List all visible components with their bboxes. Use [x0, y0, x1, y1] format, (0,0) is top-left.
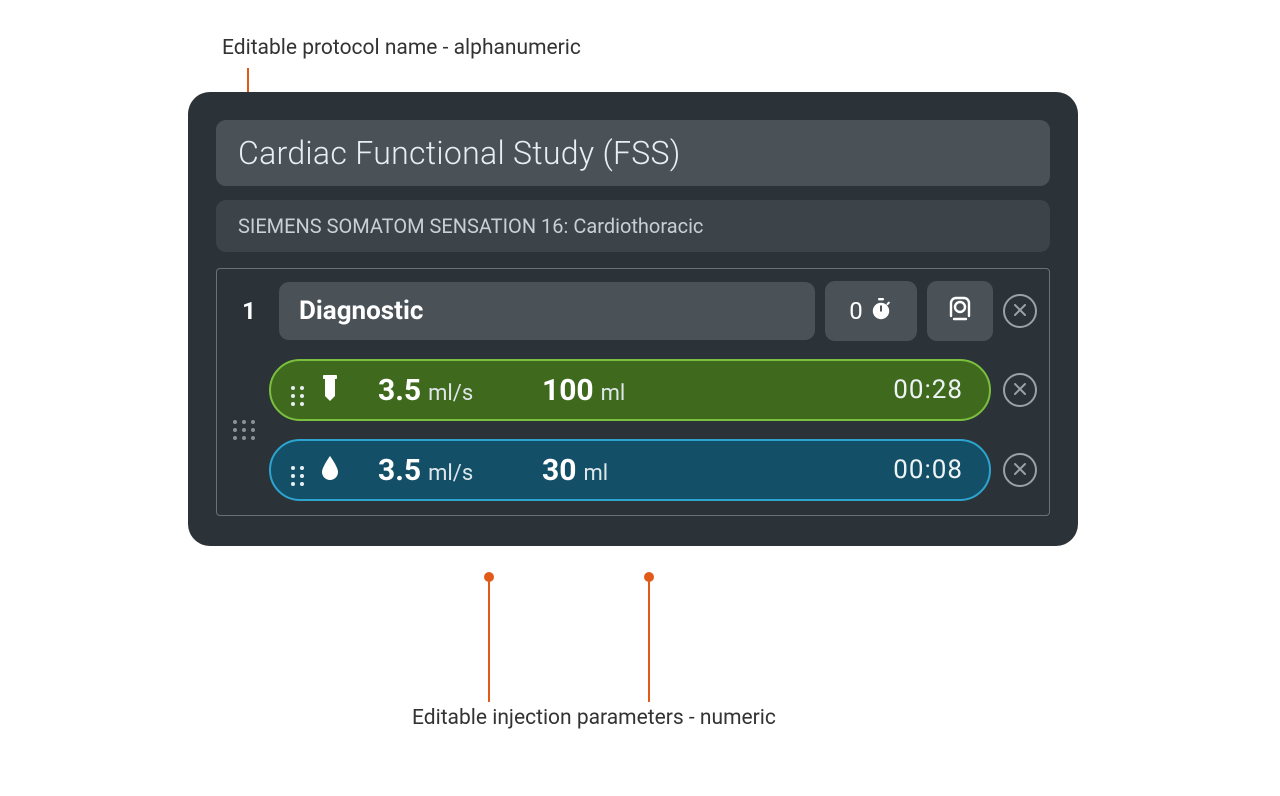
delete-row-button[interactable] — [1003, 453, 1037, 487]
injection-row: 3.5 ml/s 30 ml 00:08 — [269, 439, 1037, 501]
saline-drop-icon — [320, 455, 340, 485]
callout-dot-rate — [484, 572, 494, 582]
phase-group: 1 Diagnostic 0 — [216, 268, 1050, 516]
volume-input[interactable]: 30 ml — [542, 453, 682, 488]
close-icon — [1013, 461, 1027, 480]
contrast-vial-icon — [320, 374, 340, 406]
close-icon — [1013, 302, 1027, 321]
phase-delay-value: 0 — [849, 297, 863, 325]
rate-unit: ml/s — [428, 381, 473, 406]
annotation-injection-params: Editable injection parameters - numeric — [412, 706, 776, 730]
injection-contrast-pill[interactable]: 3.5 ml/s 100 ml 00:28 — [269, 359, 991, 421]
drag-handle-icon — [233, 420, 255, 440]
injection-row: 3.5 ml/s 100 ml 00:28 — [269, 359, 1037, 421]
phase-header: 1 Diagnostic 0 — [229, 281, 1037, 341]
phase-name-input[interactable]: Diagnostic — [279, 282, 815, 340]
rate-input[interactable]: 3.5 ml/s — [378, 453, 528, 488]
protocol-panel: Cardiac Functional Study (FSS) SIEMENS S… — [188, 92, 1078, 546]
phase-number: 1 — [229, 297, 269, 325]
duration-value: 00:28 — [893, 375, 963, 405]
volume-unit: ml — [583, 461, 608, 486]
phase-drag-handle[interactable] — [229, 420, 259, 440]
delete-phase-button[interactable] — [1003, 294, 1037, 328]
volume-value: 100 — [542, 373, 594, 408]
rate-input[interactable]: 3.5 ml/s — [378, 373, 528, 408]
injection-rows: 3.5 ml/s 100 ml 00:28 — [269, 359, 1037, 501]
volume-unit: ml — [601, 381, 626, 406]
annotation-protocol-name: Editable protocol name - alphanumeric — [222, 36, 581, 60]
scanner-selector[interactable]: SIEMENS SOMATOM SENSATION 16: Cardiothor… — [216, 200, 1050, 252]
scanner-gantry-icon — [945, 294, 975, 328]
volume-input[interactable]: 100 ml — [542, 373, 682, 408]
callout-line-rate — [488, 580, 490, 702]
rate-unit: ml/s — [428, 461, 473, 486]
drag-handle-icon — [291, 386, 304, 406]
protocol-name-input[interactable]: Cardiac Functional Study (FSS) — [216, 120, 1050, 186]
scan-type-button[interactable] — [927, 281, 993, 341]
volume-value: 30 — [542, 453, 576, 488]
drag-handle-icon — [291, 466, 304, 486]
callout-dot-volume — [644, 572, 654, 582]
row-drag-handle[interactable] — [291, 375, 304, 406]
delete-row-button[interactable] — [1003, 373, 1037, 407]
row-drag-handle[interactable] — [291, 455, 304, 486]
callout-line-volume — [648, 580, 650, 702]
rate-value: 3.5 — [378, 453, 421, 488]
duration-value: 00:08 — [893, 455, 963, 485]
stopwatch-icon — [869, 297, 893, 325]
injection-saline-pill[interactable]: 3.5 ml/s 30 ml 00:08 — [269, 439, 991, 501]
phase-delay-input[interactable]: 0 — [825, 281, 917, 341]
rate-value: 3.5 — [378, 373, 421, 408]
close-icon — [1013, 381, 1027, 400]
